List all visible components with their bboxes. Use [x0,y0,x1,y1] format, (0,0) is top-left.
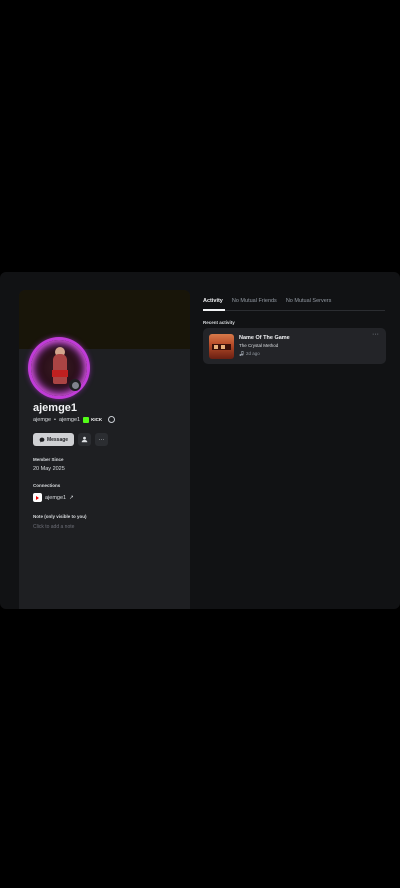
profile-panel: ajemge1 ajemge • ajemge1 KICK Message ··… [19,290,190,609]
separator: • [54,416,56,423]
profile-actions: Message ··· [33,433,108,446]
profile-modal: ajemge1 ajemge • ajemge1 KICK Message ··… [0,272,400,609]
tab-mutual-friends[interactable]: No Mutual Friends [232,298,277,304]
note-input[interactable]: Click to add a note [33,524,74,530]
badge-icon[interactable] [108,416,116,423]
message-button[interactable]: Message [33,433,74,446]
tab-activity[interactable]: Activity [203,298,223,304]
song-artist: The Crystal Method [239,343,279,348]
recent-activity-title: Recent activity [203,320,235,325]
album-cover-art-detail [214,345,218,349]
note-title: Note (only visible to you) [33,514,87,519]
profile-banner [19,290,190,349]
more-icon: ··· [98,436,105,443]
activity-card[interactable]: Name Of The Game The Crystal Method 2d a… [203,328,386,364]
add-friend-button[interactable] [78,433,91,446]
profile-tabs: Activity No Mutual Friends No Mutual Ser… [203,298,331,304]
connection-name: ajemge1 [45,494,67,501]
more-options-button[interactable]: ··· [95,433,108,446]
username: ajemge [33,416,52,423]
album-cover [209,334,234,359]
activity-time-label: 2d ago [246,351,260,356]
card-more-button[interactable]: ··· [372,331,379,338]
connections-title: Connections [33,483,61,488]
member-since-value: 20 May 2025 [33,466,65,472]
status-offline-icon [69,379,81,391]
youtube-icon [33,493,42,502]
kick-badge-label: KICK [91,417,103,422]
tab-active-indicator [203,309,225,311]
add-friend-icon [81,436,88,443]
tab-divider [203,310,385,311]
chat-bubble-icon [39,437,45,442]
music-note-icon [239,351,244,356]
external-link-icon: ↗ [69,494,74,501]
activity-time: 2d ago [239,351,260,356]
connection-youtube[interactable]: ajemge1 ↗ [33,493,74,502]
username-row: ajemge • ajemge1 KICK [33,416,116,423]
song-title: Name Of The Game [239,335,290,341]
secondary-name: ajemge1 [58,416,81,423]
kick-icon [83,416,90,423]
album-cover-art-detail [221,345,225,349]
message-button-label: Message [46,436,69,443]
avatar-figure [53,354,67,384]
member-since-title: Member Since [33,457,64,462]
avatar-figure-shorts [52,370,68,377]
tab-mutual-servers[interactable]: No Mutual Servers [286,298,332,304]
kick-badge[interactable]: KICK [83,416,103,423]
display-name: ajemge1 [33,402,78,414]
